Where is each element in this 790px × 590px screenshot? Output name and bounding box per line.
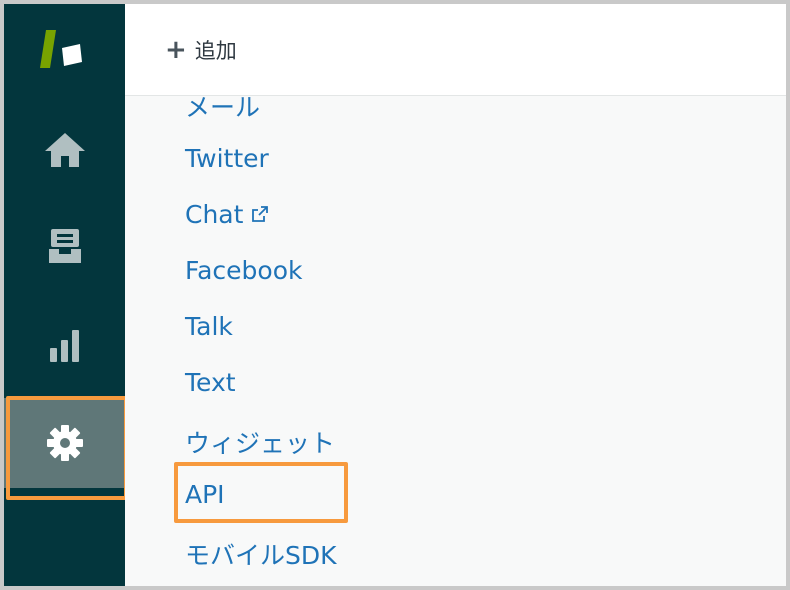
views-icon [47, 227, 83, 265]
sidebar-item-home[interactable] [4, 105, 125, 195]
home-icon [43, 131, 87, 169]
app-window: メール Twitter Chat Facebook Talk Text ウィジェ… [0, 0, 790, 590]
add-button-label: 追加 [194, 38, 237, 63]
plus-icon: + [165, 34, 187, 65]
sidebar-item-reports[interactable] [4, 301, 125, 391]
external-link-icon [251, 200, 269, 229]
channel-link-chat[interactable]: Chat [185, 200, 269, 229]
sidebar-item-admin[interactable] [4, 398, 125, 488]
channel-link-mobile-sdk[interactable]: モバイルSDK [185, 536, 337, 572]
add-button[interactable]: + 追加 [165, 35, 237, 65]
zendesk-logo[interactable] [38, 30, 90, 70]
channel-link-twitter[interactable]: Twitter [185, 144, 269, 173]
channel-link-facebook[interactable]: Facebook [185, 256, 302, 285]
gear-icon [46, 424, 84, 462]
channel-link-text[interactable]: Text [185, 368, 236, 397]
channel-link-api[interactable]: API [185, 480, 225, 509]
sidebar-item-views[interactable] [4, 201, 125, 291]
bar-chart-icon [47, 328, 83, 364]
channel-link-talk[interactable]: Talk [185, 312, 233, 341]
sidebar [4, 4, 125, 586]
top-bar: + 追加 [125, 4, 786, 96]
channel-link-widget[interactable]: ウィジェット [185, 424, 335, 460]
main-panel: メール Twitter Chat Facebook Talk Text ウィジェ… [125, 4, 786, 586]
